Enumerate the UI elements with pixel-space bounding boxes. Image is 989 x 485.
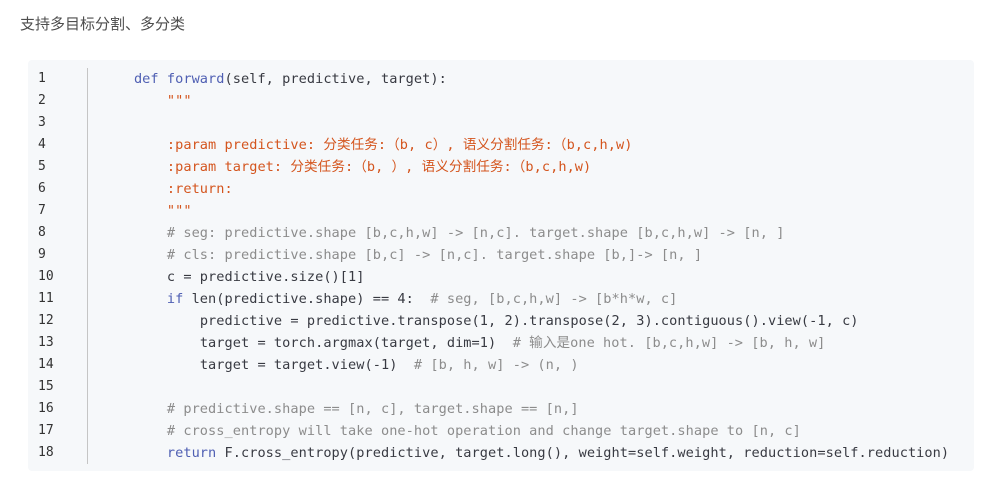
code-keyword: return (166, 445, 225, 461)
code-text: (self, predictive, target): (224, 71, 447, 87)
line-number: 1 (38, 71, 46, 86)
line-number: 11 (38, 291, 54, 306)
code-docstring: :return: (166, 181, 233, 197)
intro-paragraph: 支持多目标分割、多分类 (20, 15, 186, 33)
code-lines: def forward(self, predictive, target): "… (101, 68, 970, 464)
code-line: """ (101, 90, 970, 112)
code-comment: # 输入是one hot. [b,c,h,w] -> [b, h, w] (512, 335, 826, 351)
code-line: c = predictive.size()[1] (101, 266, 970, 288)
line-number: 3 (38, 115, 46, 130)
line-number: 10 (38, 269, 54, 284)
line-number: 13 (38, 335, 54, 350)
code-line: if len(predictive.shape) == 4: # seg, [b… (101, 288, 970, 310)
code-line: # cross_entropy will take one-hot operat… (101, 420, 970, 442)
code-comment: # cls: predictive.shape [b,c] -> [n,c]. … (166, 247, 703, 263)
line-number: 5 (38, 159, 46, 174)
code-comment: # cross_entropy will take one-hot operat… (166, 423, 801, 439)
code-block: 1 2 3 4 5 6 7 8 9 10 11 12 13 14 15 16 17 18 def forward(… (28, 60, 974, 471)
code-text: predictive = predictive.transpose(1, 2).… (199, 313, 859, 329)
code-keyword: if (166, 291, 192, 307)
code-line: # cls: predictive.shape [b,c] -> [n,c]. … (101, 244, 970, 266)
code-docstring: """ (166, 93, 192, 109)
line-number: 15 (38, 379, 54, 394)
code-keyword: def (133, 71, 167, 87)
code-docstring: :param target: 分类任务:（b, ）, 语义分割任务:（b,c,h… (166, 159, 592, 175)
code-line: target = target.view(-1) # [b, h, w] -> … (101, 354, 970, 376)
line-number-gutter: 1 2 3 4 5 6 7 8 9 10 11 12 13 14 15 16 17 18 (28, 68, 88, 464)
code-line: :param target: 分类任务:（b, ）, 语义分割任务:（b,c,h… (101, 156, 970, 178)
code-line: :param predictive: 分类任务:（b, c）, 语义分割任务:（… (101, 134, 970, 156)
code-text: len(predictive.shape) == 4: (191, 291, 431, 307)
code-comment: # seg, [b,c,h,w] -> [b*h*w, c] (430, 291, 678, 307)
line-number: 17 (38, 423, 54, 438)
code-function-name: forward (166, 71, 225, 87)
code-line: target = torch.argmax(target, dim=1) # 输… (101, 332, 970, 354)
line-number: 6 (38, 181, 46, 196)
line-number: 14 (38, 357, 54, 372)
code-line: :return: (101, 178, 970, 200)
code-text: target = target.view(-1) (199, 357, 414, 373)
code-comment: # seg: predictive.shape [b,c,h,w] -> [n,… (166, 225, 785, 241)
line-number: 9 (38, 247, 46, 262)
line-number: 12 (38, 313, 54, 328)
code-line: return F.cross_entropy(predictive, targe… (101, 442, 970, 464)
code-text: F.cross_entropy(predictive, target.long(… (224, 445, 950, 461)
line-number: 18 (38, 445, 54, 460)
code-line: def forward(self, predictive, target): (101, 68, 970, 90)
code-comment: # predictive.shape == [n, c], target.sha… (166, 401, 579, 417)
line-number: 16 (38, 401, 54, 416)
line-number: 2 (38, 93, 46, 108)
code-line: # predictive.shape == [n, c], target.sha… (101, 398, 970, 420)
code-comment: # [b, h, w] -> (n, ) (413, 357, 579, 373)
line-number: 7 (38, 203, 46, 218)
code-line: # seg: predictive.shape [b,c,h,w] -> [n,… (101, 222, 970, 244)
code-line: predictive = predictive.transpose(1, 2).… (101, 310, 970, 332)
code-line: """ (101, 200, 970, 222)
code-text: c = predictive.size()[1] (166, 269, 365, 285)
code-text: target = torch.argmax(target, dim=1) (199, 335, 513, 351)
line-number: 8 (38, 225, 46, 240)
line-number: 4 (38, 137, 46, 152)
code-docstring: """ (166, 203, 192, 219)
code-docstring: :param predictive: 分类任务:（b, c）, 语义分割任务:（… (166, 137, 633, 153)
